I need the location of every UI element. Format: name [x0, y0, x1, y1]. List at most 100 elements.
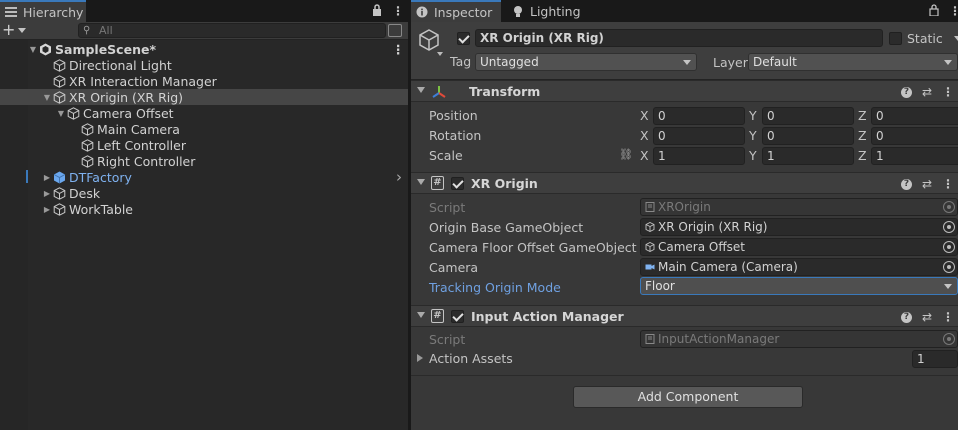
hierarchy-item[interactable]: ▶ Desk: [0, 185, 408, 201]
chevron-down-icon: [944, 284, 952, 289]
unity-scene-icon: [38, 42, 52, 56]
create-button[interactable]: +: [2, 22, 28, 40]
expand-arrow-icon[interactable]: ▼: [28, 41, 38, 57]
hierarchy-item[interactable]: ▶ DTFactory ›: [0, 168, 408, 186]
search-filter-icon[interactable]: [388, 24, 402, 37]
gameobject-cube-icon: [52, 74, 66, 88]
preset-icon[interactable]: ⇄: [922, 177, 932, 191]
preset-icon[interactable]: ⇄: [922, 85, 932, 99]
position-y-axis-label[interactable]: Y: [749, 108, 757, 123]
position-z-field[interactable]: 0: [871, 107, 958, 125]
fold-arrow-icon: [417, 87, 425, 93]
tag-dropdown[interactable]: Untagged: [475, 53, 697, 71]
hierarchy-search-input[interactable]: ⚲ All: [78, 23, 386, 38]
scale-z-field[interactable]: 1: [871, 147, 958, 165]
hierarchy-item[interactable]: Right Controller: [0, 153, 408, 169]
lock-icon[interactable]: [929, 4, 939, 19]
action-assets-count-field[interactable]: 1: [912, 350, 958, 368]
input-action-manager-header[interactable]: # Input Action Manager ? ⇄ ⋮: [411, 305, 958, 327]
tracking-origin-value: Floor: [645, 279, 675, 293]
action-assets-fold-icon[interactable]: [417, 354, 423, 362]
input-action-manager-enabled-toggle[interactable]: [451, 310, 464, 323]
chevron-down-icon[interactable]: [954, 36, 958, 41]
hierarchy-item-label: WorkTable: [69, 201, 133, 217]
tag-value: Untagged: [480, 55, 539, 69]
rotation-z-axis-label[interactable]: Z: [858, 128, 867, 143]
camera-field[interactable]: Main Camera (Camera): [640, 258, 958, 276]
hierarchy-item[interactable]: XR Interaction Manager: [0, 73, 408, 89]
scale-z-axis-label[interactable]: Z: [858, 148, 867, 163]
script-file-icon: [645, 334, 655, 344]
scale-x-axis-label[interactable]: X: [640, 148, 649, 163]
xr-origin-header[interactable]: # XR Origin ? ⇄ ⋮: [411, 172, 958, 194]
hierarchy-item-label: XR Interaction Manager: [69, 73, 217, 89]
gameobject-cube-icon: [80, 154, 94, 168]
camera-label: Camera: [429, 260, 479, 275]
preset-icon[interactable]: ⇄: [922, 310, 932, 324]
help-icon[interactable]: ?: [900, 86, 912, 98]
kebab-menu-icon[interactable]: ⋮: [942, 177, 954, 191]
tab-hierarchy[interactable]: Hierarchy: [0, 0, 86, 22]
constrain-proportions-icon[interactable]: ⛓: [619, 148, 633, 161]
active-toggle[interactable]: [457, 32, 470, 45]
transform-header[interactable]: Transform ? ⇄ ⋮: [411, 80, 958, 102]
scale-x-field[interactable]: 1: [653, 147, 745, 165]
help-icon[interactable]: ?: [900, 178, 912, 190]
hierarchy-item[interactable]: Left Controller: [0, 137, 408, 153]
prefab-cube-icon: [52, 170, 66, 184]
position-x-axis-label[interactable]: X: [640, 108, 649, 123]
scale-y-field[interactable]: 1: [762, 147, 854, 165]
kebab-menu-icon[interactable]: ⋮: [942, 85, 954, 99]
tab-inspector[interactable]: Inspector: [411, 0, 501, 22]
expand-arrow-icon[interactable]: ▼: [56, 105, 66, 121]
hierarchy-item[interactable]: ▼ SampleScene* ⋮: [0, 41, 408, 57]
gameobject-cube-icon: [80, 122, 94, 136]
help-icon[interactable]: ?: [900, 311, 912, 323]
rotation-x-axis-label[interactable]: X: [640, 128, 649, 143]
kebab-menu-icon[interactable]: ⋮: [942, 310, 954, 324]
object-name-field[interactable]: XR Origin (XR Rig): [475, 29, 883, 47]
hierarchy-toolbar: + ⚲ All: [0, 22, 408, 40]
collapse-arrow-icon[interactable]: ▶: [42, 169, 52, 185]
position-x-field[interactable]: 0: [653, 107, 745, 125]
hierarchy-item-label: XR Origin (XR Rig): [69, 89, 184, 105]
tab-lighting[interactable]: Lighting: [507, 0, 587, 22]
origin-base-label: Origin Base GameObject: [429, 220, 584, 235]
hierarchy-item[interactable]: Directional Light: [0, 57, 408, 73]
kebab-menu-icon[interactable]: ⋮: [392, 42, 405, 57]
collapse-arrow-icon[interactable]: ▶: [42, 201, 52, 217]
rotation-y-axis-label[interactable]: Y: [749, 128, 757, 143]
lock-icon[interactable]: [372, 4, 382, 19]
hierarchy-item[interactable]: ▶ WorkTable: [0, 201, 408, 217]
rotation-x-field[interactable]: 0: [653, 127, 745, 145]
chevron-right-icon[interactable]: ›: [396, 168, 402, 186]
origin-base-field[interactable]: XR Origin (XR Rig): [640, 218, 958, 236]
scale-y-axis-label[interactable]: Y: [749, 148, 757, 163]
chevron-down-icon[interactable]: [437, 52, 443, 56]
position-y-field[interactable]: 0: [762, 107, 854, 125]
lightbulb-icon: [511, 4, 525, 18]
script-value: XROrigin: [658, 200, 711, 214]
object-picker-icon[interactable]: [943, 221, 955, 233]
camera-floor-label: Camera Floor Offset GameObject: [429, 240, 637, 255]
expand-arrow-icon[interactable]: ▼: [42, 89, 52, 105]
xr-origin-enabled-toggle[interactable]: [451, 177, 464, 190]
object-picker-icon[interactable]: [943, 261, 955, 273]
add-component-button[interactable]: Add Component: [573, 386, 803, 408]
kebab-menu-icon[interactable]: ⋮: [949, 4, 958, 19]
static-toggle[interactable]: [889, 32, 902, 45]
layer-dropdown[interactable]: Default: [748, 53, 958, 71]
tracking-origin-dropdown[interactable]: Floor: [640, 277, 958, 295]
rotation-z-field[interactable]: 0: [871, 127, 958, 145]
position-z-axis-label[interactable]: Z: [858, 108, 867, 123]
hierarchy-item[interactable]: ▼ XR Origin (XR Rig): [0, 89, 408, 105]
collapse-arrow-icon[interactable]: ▶: [42, 185, 52, 201]
hierarchy-item[interactable]: Main Camera: [0, 121, 408, 137]
input-action-manager-script-field: InputActionManager: [640, 330, 958, 348]
kebab-menu-icon[interactable]: ⋮: [392, 4, 404, 19]
rotation-y-field[interactable]: 0: [762, 127, 854, 145]
hierarchy-item[interactable]: ▼ Camera Offset: [0, 105, 408, 121]
object-picker-icon[interactable]: [943, 241, 955, 253]
camera-floor-field[interactable]: Camera Offset: [640, 238, 958, 256]
